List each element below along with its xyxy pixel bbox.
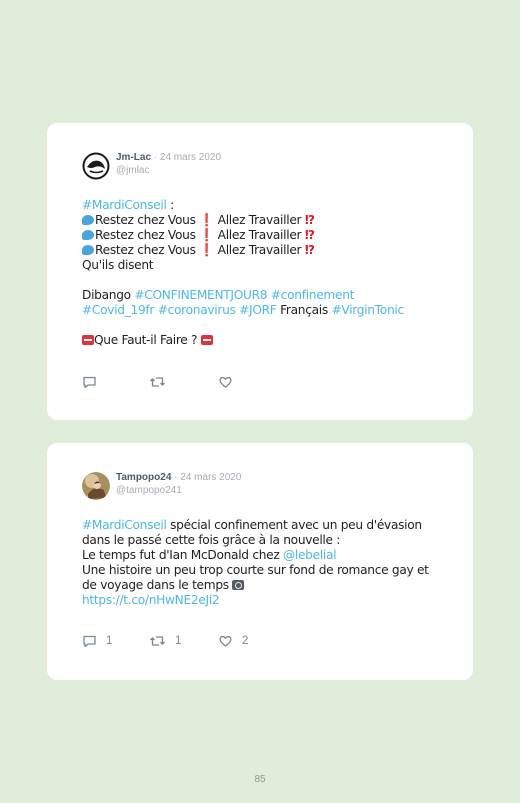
tweet-text: #MardiConseil : Restez chez Vous ❗ Allez…: [82, 198, 454, 348]
speech-bubble-emoji: [82, 230, 94, 240]
hashtag[interactable]: #confinement: [271, 288, 355, 302]
interrobang-emoji: ⁉: [304, 213, 315, 227]
text: de voyage dans le temps: [82, 578, 233, 592]
author-handle[interactable]: @jmlac: [116, 164, 221, 177]
text: spécial confinement avec un peu d'évasio…: [166, 518, 422, 532]
author-name[interactable]: Tampopo24: [116, 472, 171, 483]
stop-sign-emoji: [200, 335, 213, 345]
reply-icon: [83, 376, 96, 389]
author-handle[interactable]: @tampopo241: [116, 484, 241, 497]
reply-button[interactable]: 1: [82, 634, 112, 648]
tweet-date[interactable]: · 24 mars 2020: [174, 472, 241, 483]
text: Restez chez Vous: [95, 228, 200, 242]
tweet-card: Tampopo24 · 24 mars 2020 @tampopo241 #Ma…: [47, 443, 473, 680]
reply-button[interactable]: [82, 375, 106, 389]
like-icon: [219, 376, 232, 388]
camera-emoji: [232, 580, 245, 590]
stop-sign-emoji: [82, 335, 94, 345]
retweet-icon: [150, 377, 165, 387]
hashtag[interactable]: #MardiConseil: [82, 198, 167, 212]
interrobang-emoji: ⁉: [304, 228, 315, 242]
text: Une histoire un peu trop courte sur fond…: [82, 563, 429, 577]
hashtag[interactable]: #MardiConseil: [82, 518, 167, 532]
reply-icon: [83, 635, 96, 648]
text: Restez chez Vous: [95, 213, 200, 227]
text: Dibango: [82, 288, 135, 302]
text: :: [166, 198, 174, 212]
text: Allez Travailler: [214, 228, 305, 242]
mention-link[interactable]: @lebelial: [283, 548, 337, 562]
text: dans le passé cette fois grâce à la nouv…: [82, 533, 341, 547]
exclamation-emoji: ❗: [199, 243, 215, 257]
speech-bubble-emoji: [82, 215, 94, 225]
avatar[interactable]: [82, 472, 110, 500]
text: Le temps fut d'Ian McDonald chez: [82, 548, 284, 562]
exclamation-emoji: ❗: [199, 213, 215, 227]
hashtag[interactable]: #coronavirus: [158, 303, 236, 317]
like-count: 2: [242, 635, 249, 647]
text: Que Faut-il Faire ?: [94, 333, 201, 347]
tweet-text: #MardiConseil spécial confinement avec u…: [82, 518, 454, 608]
tweet-header: Tampopo24 · 24 mars 2020 @tampopo241: [116, 471, 241, 497]
text: Allez Travailler: [214, 213, 305, 227]
hashtag[interactable]: #VirginTonic: [332, 303, 405, 317]
retweet-button[interactable]: 1: [149, 634, 181, 648]
text: Qu'ils disent: [82, 258, 154, 272]
exclamation-emoji: ❗: [199, 228, 215, 242]
author-name[interactable]: Jm-Lac: [116, 152, 151, 163]
text: Allez Travailler: [214, 243, 305, 257]
like-button[interactable]: 2: [218, 634, 248, 648]
retweet-icon: [150, 636, 165, 646]
avatar[interactable]: [82, 152, 110, 180]
retweet-button[interactable]: [149, 375, 175, 389]
like-button[interactable]: [218, 375, 242, 389]
hashtag[interactable]: #CONFINEMENTJOUR8: [134, 288, 267, 302]
text: Restez chez Vous: [95, 243, 200, 257]
tweet-card: Jm-Lac · 24 mars 2020 @jmlac #MardiConse…: [47, 123, 473, 420]
like-icon: [219, 635, 232, 647]
hashtag[interactable]: #JORF: [239, 303, 277, 317]
tweet-header: Jm-Lac · 24 mars 2020 @jmlac: [116, 151, 221, 177]
hashtag[interactable]: #Covid_19fr: [82, 303, 154, 317]
text: Français: [276, 303, 332, 317]
speech-bubble-emoji: [82, 245, 94, 255]
page-number: 85: [254, 774, 266, 785]
reply-count: 1: [106, 635, 113, 647]
url-link[interactable]: https://t.co/nHwNE2eJi2: [82, 593, 220, 607]
tweet-date[interactable]: · 24 mars 2020: [154, 152, 221, 163]
retweet-count: 1: [175, 635, 182, 647]
interrobang-emoji: ⁉: [304, 243, 315, 257]
